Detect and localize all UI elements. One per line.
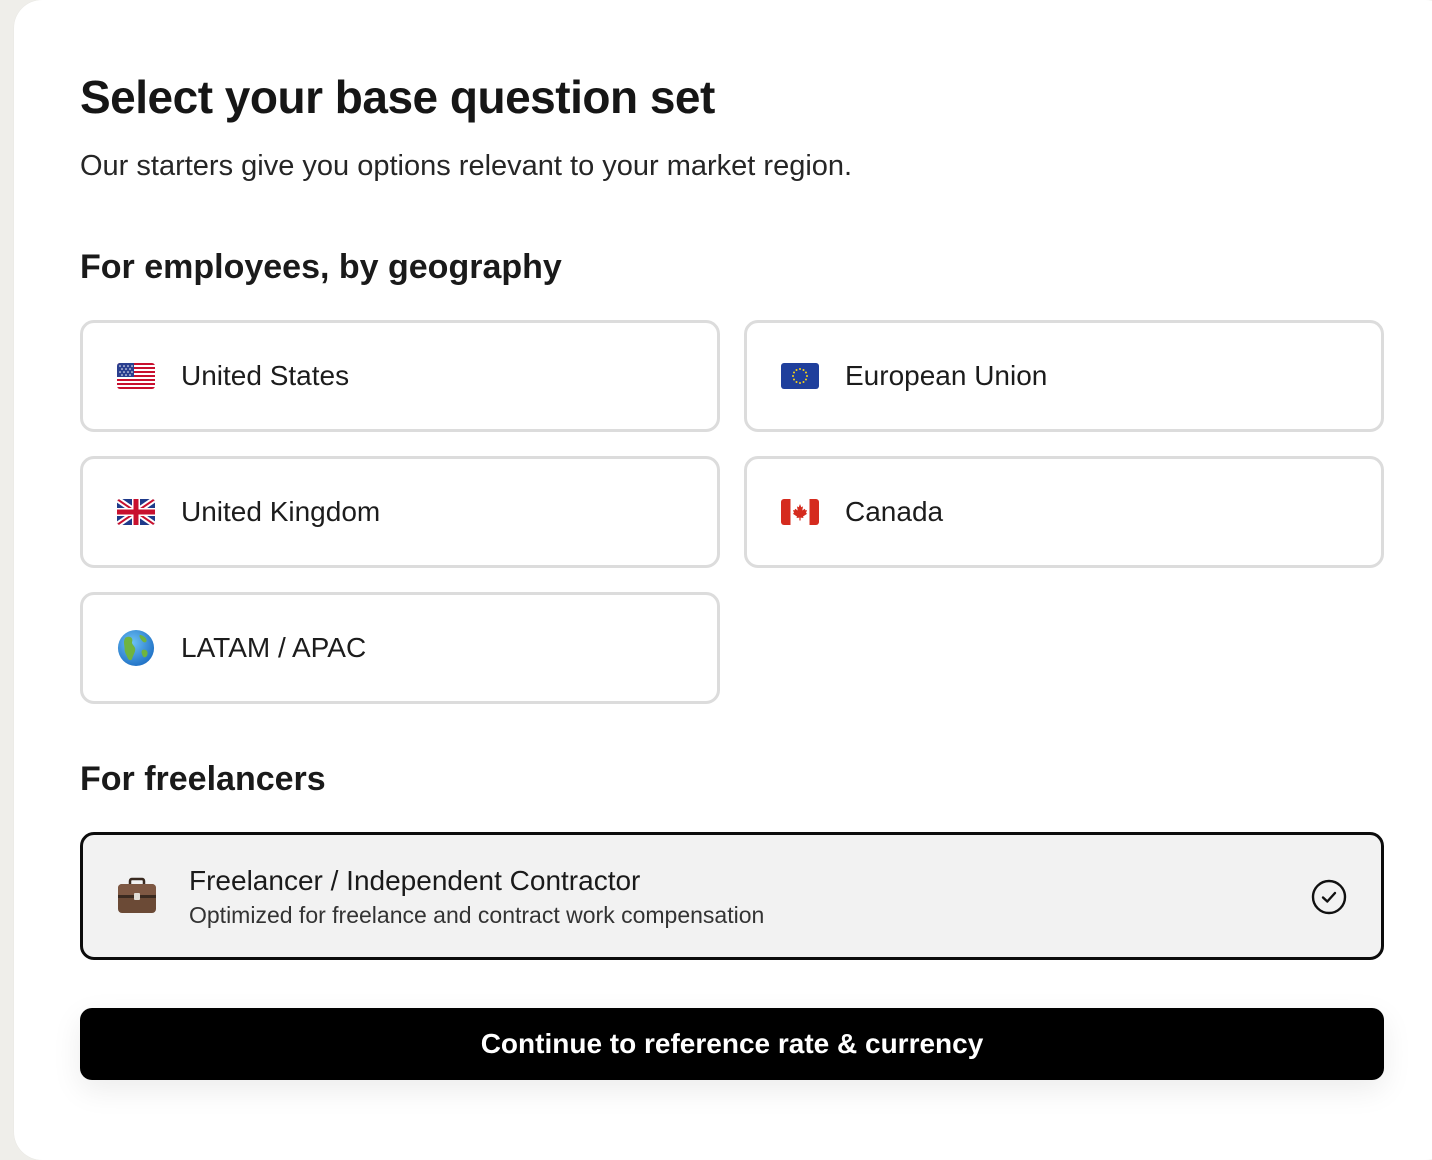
freelancer-texts: Freelancer / Independent Contractor Opti… [189,864,764,929]
freelancer-title: Freelancer / Independent Contractor [189,864,641,896]
option-label: United States [181,360,350,391]
check-circle-icon [1311,879,1347,915]
option-label: LATAM / APAC [181,632,367,663]
eu-flag-icon [781,363,819,389]
canada-flag-icon [781,499,819,525]
freelancer-description: Optimized for freelance and contract wor… [189,901,765,928]
option-freelancer[interactable]: Freelancer / Independent Contractor Opti… [80,832,1384,960]
option-label: United Kingdom [181,496,381,527]
briefcase-icon [115,876,159,916]
option-canada[interactable]: Canada [744,456,1384,568]
page-title: Select your base question set [80,71,715,123]
option-united-states[interactable]: United States [80,320,720,432]
option-latam-apac[interactable]: LATAM / APAC [80,592,720,704]
continue-button[interactable]: Continue to reference rate & currency [80,1008,1384,1080]
setup-card: Select your base question set Our starte… [14,0,1432,1160]
page-subtitle: Our starters give you options relevant t… [80,150,853,182]
us-flag-icon [117,363,155,389]
freelancers-heading: For freelancers [80,760,326,798]
option-united-kingdom[interactable]: United Kingdom [80,456,720,568]
uk-flag-icon [117,499,155,525]
option-label: Canada [845,496,944,527]
option-label: European Union [845,360,1048,391]
employees-heading: For employees, by geography [80,248,562,286]
option-european-union[interactable]: European Union [744,320,1384,432]
globe-icon [117,629,155,667]
